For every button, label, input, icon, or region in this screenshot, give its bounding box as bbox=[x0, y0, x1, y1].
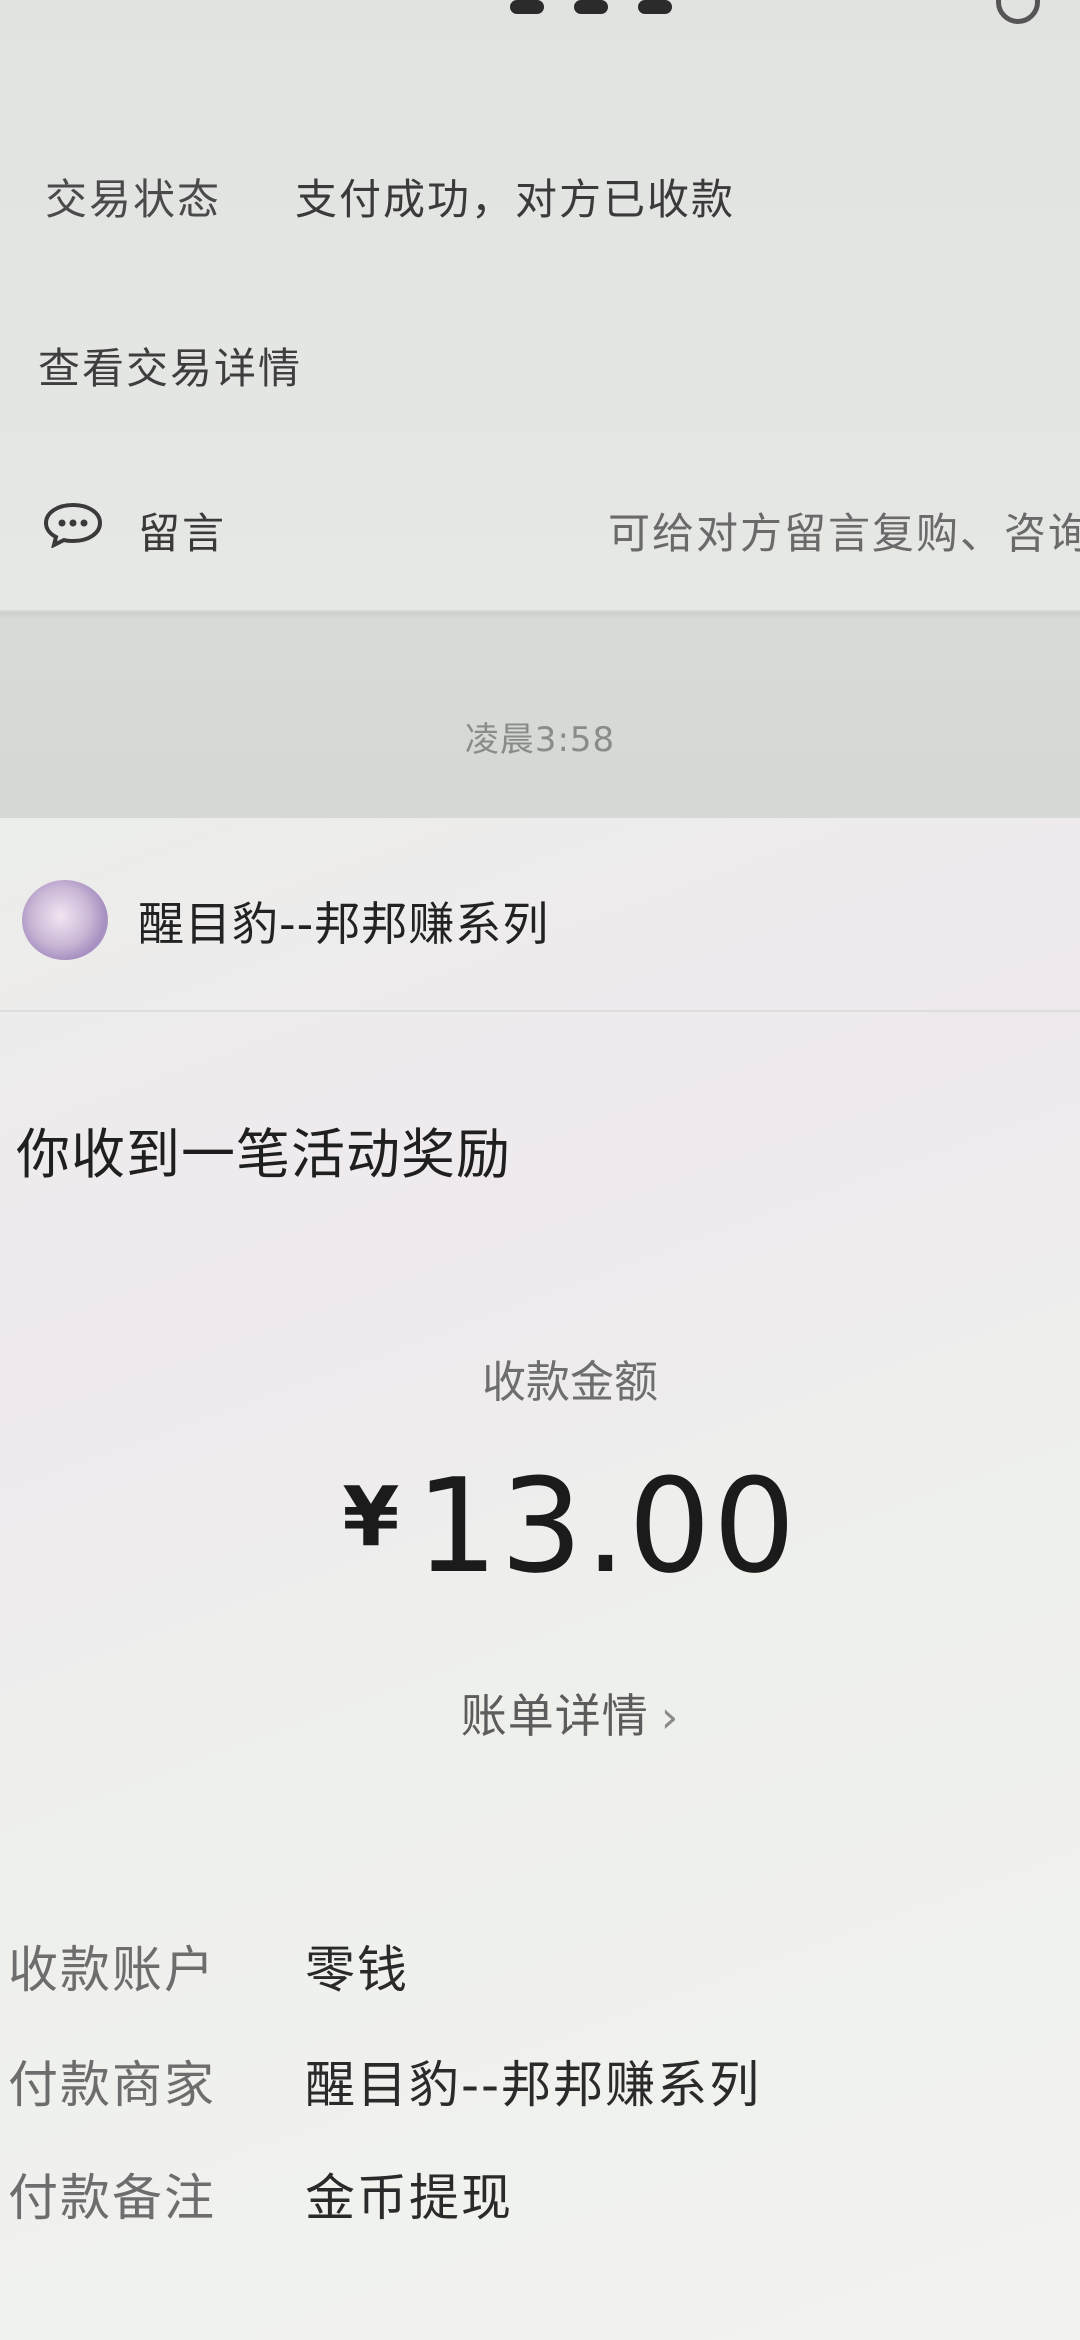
chat-bubble-icon bbox=[43, 502, 103, 548]
transaction-status-label: 交易状态 bbox=[45, 175, 222, 224]
leave-message-label: 留言 bbox=[138, 509, 227, 558]
activity-reward-title: 你收到一笔活动奖励 bbox=[16, 1123, 511, 1186]
leave-message-hint: 可给对方留言复购、咨询 bbox=[608, 509, 1080, 558]
amount-display: ¥13.00 bbox=[0, 1450, 1080, 1602]
payment-notification-screen: 交易状态 支付成功，对方已收款 查看交易详情 留言 可给对方留言复购、咨询 凌晨… bbox=[0, 0, 1080, 2340]
chevron-right-icon: › bbox=[660, 1692, 680, 1743]
search-icon[interactable] bbox=[996, 0, 1040, 24]
info-value: 零钱 bbox=[305, 1941, 409, 1999]
avatar[interactable] bbox=[22, 880, 108, 960]
view-transaction-detail-label: 查看交易详情 bbox=[38, 344, 303, 393]
card-separator bbox=[0, 1010, 1080, 1012]
bill-detail-link[interactable]: 账单详情 › bbox=[0, 1680, 1080, 1746]
card-divider bbox=[0, 612, 1080, 620]
transaction-status-value: 支付成功，对方已收款 bbox=[295, 175, 736, 224]
previous-transaction-card: 交易状态 支付成功，对方已收款 查看交易详情 留言 可给对方留言复购、咨询 bbox=[0, 0, 1080, 610]
amount-label: 收款金额 bbox=[482, 1357, 658, 1408]
amount-value: 13.00 bbox=[415, 1450, 798, 1602]
currency-symbol: ¥ bbox=[342, 1470, 402, 1565]
bill-detail-label: 账单详情 bbox=[460, 1689, 649, 1743]
info-label: 付款备注 bbox=[8, 2169, 216, 2227]
info-label: 收款账户 bbox=[8, 1941, 216, 1999]
message-timestamp: 凌晨3:58 bbox=[464, 720, 616, 760]
info-label: 付款商家 bbox=[8, 2056, 216, 2114]
info-value: 金币提现 bbox=[305, 2169, 513, 2227]
amount-cutoff bbox=[510, 0, 740, 20]
merchant-name[interactable]: 醒目豹--邦邦赚系列 bbox=[138, 888, 549, 954]
info-value: 醒目豹--邦邦赚系列 bbox=[305, 2056, 762, 2114]
